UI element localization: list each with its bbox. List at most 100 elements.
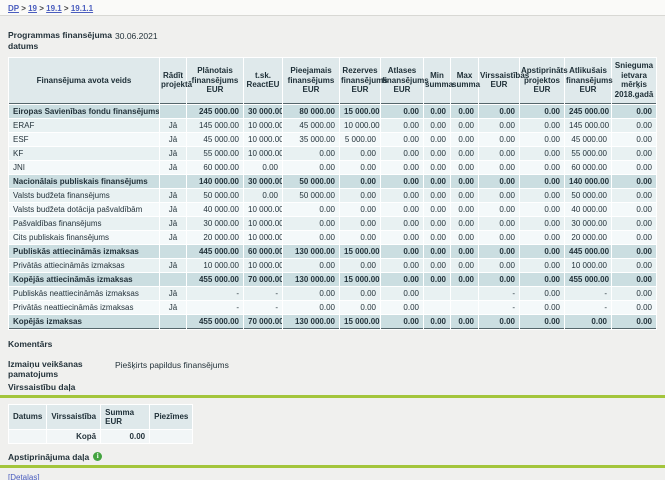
table-row: Valsts budžeta finansējumsJā50 000.000.0… <box>9 189 656 202</box>
cell-value: 0.00 <box>479 217 519 230</box>
cell-value: 0.00 <box>424 203 450 216</box>
cell-value: 445 000.00 <box>187 245 243 258</box>
breadcrumb-link-DP[interactable]: DP <box>8 4 19 13</box>
section-row: Eiropas Savienības fondu finansējums 245 … <box>9 105 656 118</box>
table-row: Valsts budžeta dotācija pašvaldībāmJā40 … <box>9 203 656 216</box>
cell-value: 0.00 <box>424 189 450 202</box>
cell-value: 0.00 <box>424 259 450 272</box>
cell-value: Jā <box>160 133 186 146</box>
cell-value: 0.00 <box>479 259 519 272</box>
cell-value: 0.00 <box>244 161 282 174</box>
financing-table-body: Eiropas Savienības fondu finansējums 245 … <box>9 105 656 329</box>
virssaistibas-section-title: Virssaistību daļa <box>8 382 657 392</box>
table-row: ESFJā45 000.0010 000.0035 000.005 000.00… <box>9 133 656 146</box>
row-label: Valsts budžeta finansējums <box>9 189 159 202</box>
cell-value: 80 000.00 <box>283 105 339 118</box>
cell-value: 0.00 <box>340 203 380 216</box>
row-label: ERAF <box>9 119 159 132</box>
change-reason-row: Izmaiņu veikšanas pamatojums Piešķirts p… <box>8 359 657 380</box>
cell-value: 130 000.00 <box>283 315 339 329</box>
cell-value: Jā <box>160 147 186 160</box>
breadcrumb-separator: > <box>19 4 28 13</box>
cell-value: 0.00 <box>424 119 450 132</box>
table-row: Publiskās neattiecināmās izmaksasJā--0.0… <box>9 287 656 300</box>
row-label: Kopējās attiecināmās izmaksas <box>9 273 159 286</box>
cell-value: 0.00 <box>612 105 656 118</box>
table-row: KFJā55 000.0010 000.000.000.000.000.000.… <box>9 147 656 160</box>
breadcrumb-link-19-1-1[interactable]: 19.1.1 <box>71 4 93 13</box>
cell-value: 10 000.00 <box>244 217 282 230</box>
table-row: Privātās neattiecināmās izmaksasJā--0.00… <box>9 301 656 314</box>
breadcrumb: DP > 19 > 19.1 > 19.1.1 <box>0 0 665 16</box>
row-label: Privātās attiecināmās izmaksas <box>9 259 159 272</box>
cell-value: 0.00 <box>424 161 450 174</box>
change-reason-value: Piešķirts papildus finansējums <box>115 359 229 380</box>
change-reason-label: Izmaiņu veikšanas pamatojums <box>8 359 115 380</box>
cell-value <box>424 301 450 314</box>
cell-value: 0.00 <box>520 217 564 230</box>
cell-value: 0.00 <box>340 147 380 160</box>
cell-value: 0.00 <box>520 245 564 258</box>
breadcrumb-link-19-1[interactable]: 19.1 <box>46 4 62 13</box>
cell-value: 0.00 <box>451 273 478 286</box>
cell-value: 0.00 <box>479 273 519 286</box>
cell-value: 0.00 <box>381 259 423 272</box>
page-content: Programmas finansējuma datums 30.06.2021… <box>0 30 665 480</box>
cell-value: 0.00 <box>424 273 450 286</box>
program-date-label: Programmas finansējuma datums <box>8 30 115 51</box>
cell-value: 0.00 <box>283 161 339 174</box>
cell-value: 245 000.00 <box>187 105 243 118</box>
row-label: KF <box>9 147 159 160</box>
cell-value: 10 000.00 <box>244 119 282 132</box>
cell-value: 15 000.00 <box>340 245 380 258</box>
cell-value: 0.00 <box>424 133 450 146</box>
cell-value: 0.00 <box>520 203 564 216</box>
cell-value: 60 000.00 <box>187 161 243 174</box>
cell-value: 0.00 <box>612 189 656 202</box>
cell-value: 455 000.00 <box>187 273 243 286</box>
cell-value: Jā <box>160 259 186 272</box>
cell-value: Jā <box>160 189 186 202</box>
cell-value: 0.00 <box>520 287 564 300</box>
cell-value: 0.00 <box>451 161 478 174</box>
table-row: JNIJā60 000.000.000.000.000.000.000.000.… <box>9 161 656 174</box>
cell-value <box>160 175 186 188</box>
section-divider <box>0 395 665 398</box>
cell-value: 0.00 <box>451 231 478 244</box>
cell-value: 0.00 <box>424 217 450 230</box>
cell-value: 455 000.00 <box>565 273 611 286</box>
column-header: Piezīmes <box>150 405 192 429</box>
cell-value: 445 000.00 <box>565 245 611 258</box>
cell-value: 0.00 <box>424 105 450 118</box>
cell-value: 0.00 <box>340 189 380 202</box>
financing-table: Finansējuma avota veidsRādīt projektāPlā… <box>8 57 657 329</box>
cell-value: 0.00 <box>479 161 519 174</box>
cell-value: 0.00 <box>612 287 656 300</box>
cell-value <box>451 287 478 300</box>
cell-value: 140 000.00 <box>565 175 611 188</box>
cell-value: 0.00 <box>520 147 564 160</box>
cell-value: 0.00 <box>520 301 564 314</box>
cell-value: - <box>244 301 282 314</box>
row-label: JNI <box>9 161 159 174</box>
details-link[interactable]: [Detaļas] <box>8 473 40 480</box>
cell-value: 0.00 <box>381 203 423 216</box>
cell-value: 15 000.00 <box>340 273 380 286</box>
cell-value: Jā <box>160 161 186 174</box>
cell-value: 0.00 <box>451 315 478 329</box>
cell-value: 0.00 <box>451 203 478 216</box>
row-label: Eiropas Savienības fondu finansējums <box>9 105 159 118</box>
column-header: Datums <box>9 405 46 429</box>
cell-value: 70 000.00 <box>244 315 282 329</box>
cell-value: 40 000.00 <box>187 203 243 216</box>
cell-value: 0.00 <box>451 147 478 160</box>
column-header: Pieejamais finansējums EUR <box>283 58 339 103</box>
cell-value: - <box>187 301 243 314</box>
info-icon[interactable]: i <box>93 452 102 461</box>
cell-value: 0.00 <box>612 203 656 216</box>
table-row: ERAFJā145 000.0010 000.0045 000.0010 000… <box>9 119 656 132</box>
cell-value: 0.00 <box>381 105 423 118</box>
cell-value <box>160 105 186 118</box>
cell-value: 0.00 <box>612 133 656 146</box>
breadcrumb-link-19[interactable]: 19 <box>28 4 37 13</box>
